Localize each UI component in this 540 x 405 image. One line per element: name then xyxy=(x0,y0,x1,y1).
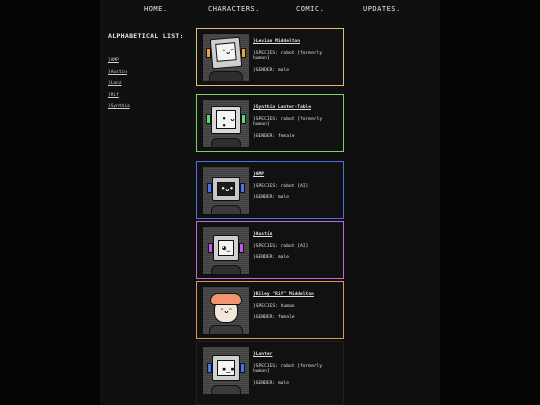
character-info: }Lanter }SPECIES: robot [formerly human]… xyxy=(253,352,341,386)
character-portrait-levian: ᵔᴗᵔ xyxy=(203,34,249,81)
page-container: HOME. CHARACTERS. COMIC. UPDATES. ALPHAB… xyxy=(100,0,440,405)
character-portrait-riley: ᵔᴗᵔ xyxy=(203,287,249,334)
character-species: }SPECIES: human xyxy=(253,303,295,309)
character-species: }SPECIES: robot [AI] xyxy=(253,183,309,189)
sidebar-item-amp[interactable]: }AMP xyxy=(108,58,196,70)
character-name-link[interactable]: }Riley "Rif" Middelton xyxy=(253,292,341,298)
nav-updates[interactable]: UPDATES. xyxy=(363,5,401,13)
character-gender: }GENDER: male xyxy=(253,380,289,386)
nav-home[interactable]: HOME. xyxy=(144,5,168,13)
character-gender: }GENDER: female xyxy=(253,315,295,321)
sidebar-item-lanz[interactable]: }Lanz xyxy=(108,81,196,93)
alphabetical-sidebar: ALPHABETICAL LIST: }AMP }Austin }Lanz }R… xyxy=(108,32,196,116)
character-gender: }GENDER: male xyxy=(253,195,289,201)
character-gender: }GENDER: male xyxy=(253,255,289,261)
character-info: }AMP }SPECIES: robot [AI] }GENDER: male xyxy=(253,172,341,201)
character-species: }SPECIES: robot [formerly human] xyxy=(253,50,323,62)
sidebar-item-rif[interactable]: }Rif xyxy=(108,93,196,105)
character-species: }SPECIES: robot [AI] xyxy=(253,243,309,249)
character-card-riley[interactable]: ᵔᴗᵔ }Riley "Rif" Middelton }SPECIES: hum… xyxy=(196,281,344,339)
nav-characters[interactable]: CHARACTERS. xyxy=(208,5,260,13)
character-species: }SPECIES: robot [formerly human] xyxy=(253,363,323,375)
character-portrait-lanter: ▪_▪ xyxy=(203,347,249,394)
character-portrait-amp: •ᴗ• xyxy=(203,167,249,214)
sidebar-item-synthia[interactable]: }Synthia xyxy=(108,104,196,116)
character-portrait-synthia: • ᴗ • xyxy=(203,100,249,147)
sidebar-list: }AMP }Austin }Lanz }Rif }Synthia xyxy=(108,58,196,116)
character-info: }Levian Middelton }SPECIES: robot [forme… xyxy=(253,39,341,73)
nav-comic[interactable]: COMIC. xyxy=(296,5,324,13)
character-gender: }GENDER: male xyxy=(253,67,289,73)
sidebar-title: ALPHABETICAL LIST: xyxy=(108,32,184,40)
character-card-amp[interactable]: •ᴗ• }AMP }SPECIES: robot [AI] }GENDER: m… xyxy=(196,161,344,219)
character-name-link[interactable]: }Synthia Lanter-Table xyxy=(253,105,341,111)
character-name-link[interactable]: }Levian Middelton xyxy=(253,39,341,45)
character-card-austin[interactable]: ◕‿ }Austin }SPECIES: robot [AI] }GENDER:… xyxy=(196,221,344,279)
character-info: }Riley "Rif" Middelton }SPECIES: human }… xyxy=(253,292,341,321)
character-name-link[interactable]: }Lanter xyxy=(253,352,341,358)
character-portrait-austin: ◕‿ xyxy=(203,227,249,274)
character-card-synthia[interactable]: • ᴗ • }Synthia Lanter-Table }SPECIES: ro… xyxy=(196,94,344,152)
sidebar-item-austin[interactable]: }Austin xyxy=(108,70,196,82)
character-info: }Austin }SPECIES: robot [AI] }GENDER: ma… xyxy=(253,232,341,261)
character-species: }SPECIES: robot [formerly human] xyxy=(253,116,323,128)
character-info: }Synthia Lanter-Table }SPECIES: robot [f… xyxy=(253,105,341,139)
character-name-link[interactable]: }Austin xyxy=(253,232,341,238)
character-card-levian[interactable]: ᵔᴗᵔ }Levian Middelton }SPECIES: robot [f… xyxy=(196,28,344,86)
character-gender: }GENDER: female xyxy=(253,133,295,139)
character-name-link[interactable]: }AMP xyxy=(253,172,341,178)
top-nav: HOME. CHARACTERS. COMIC. UPDATES. xyxy=(100,0,440,18)
character-card-lanter[interactable]: ▪_▪ }Lanter }SPECIES: robot [formerly hu… xyxy=(196,341,344,405)
